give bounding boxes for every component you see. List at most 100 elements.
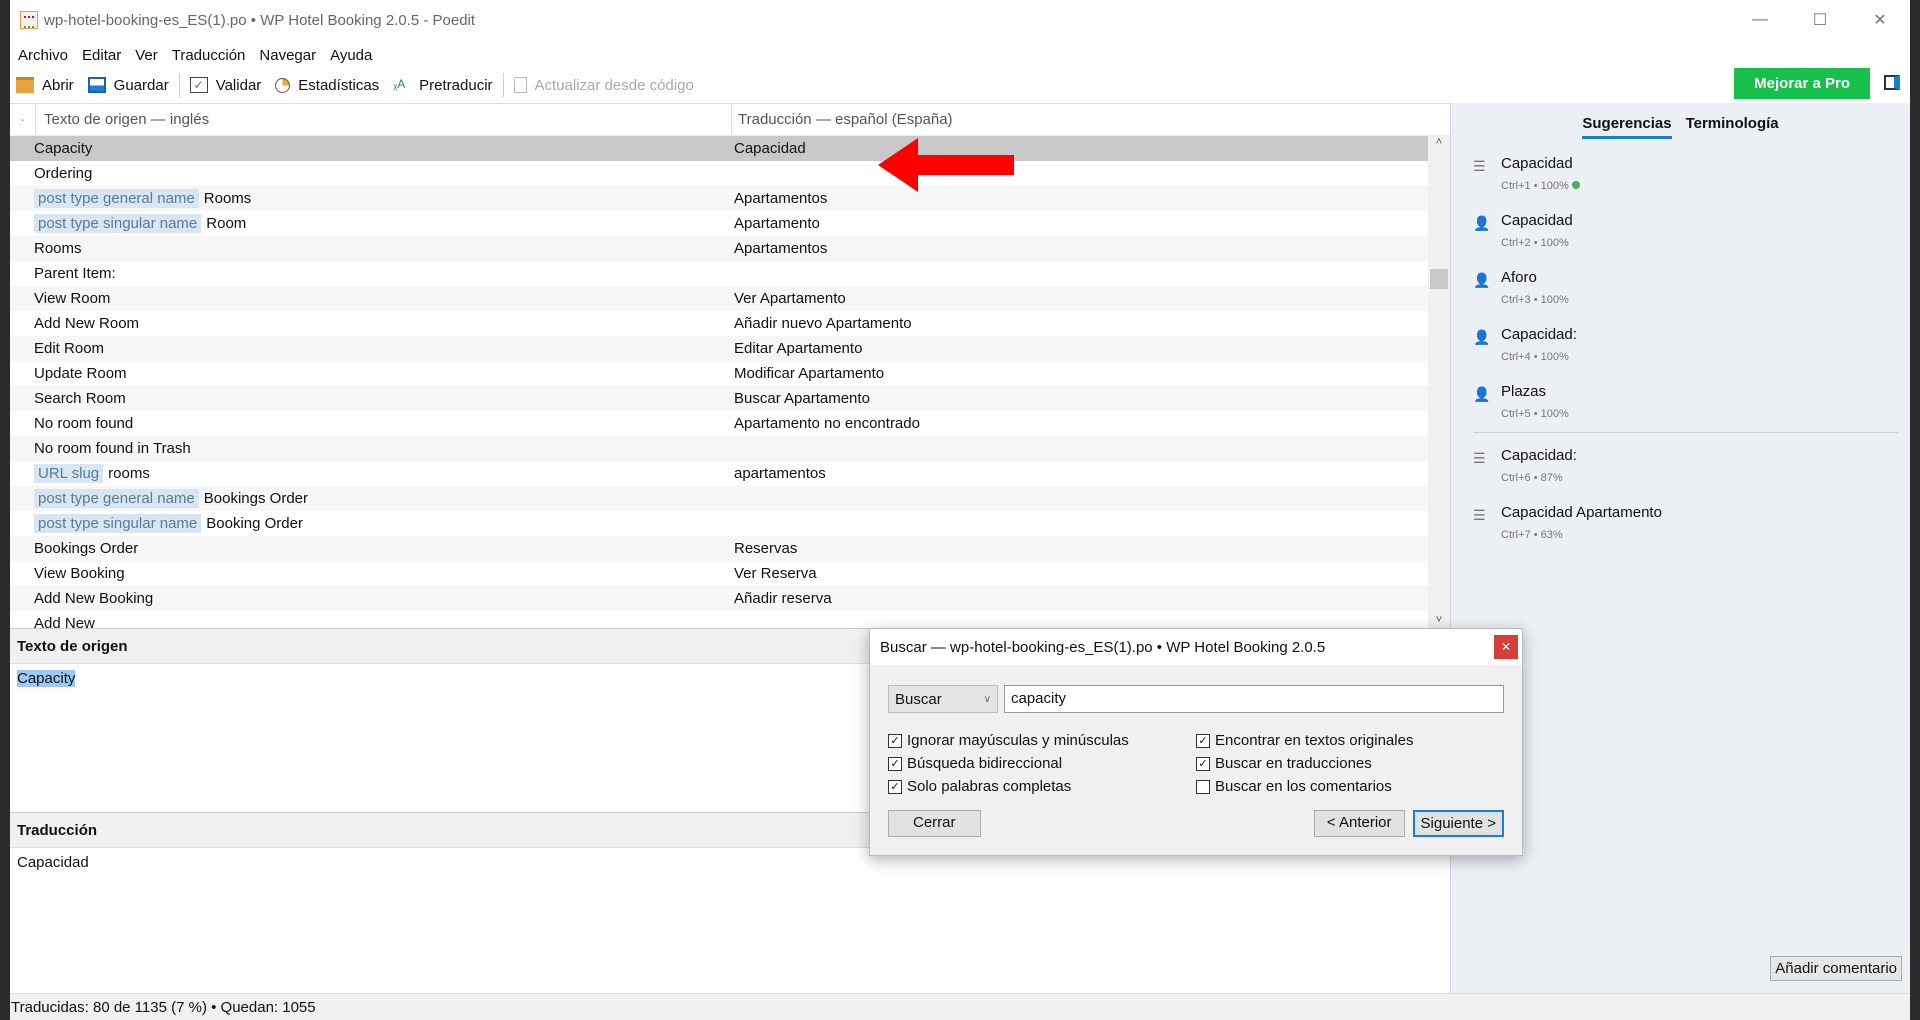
table-row[interactable]: Add New Booking Añadir reserva — [10, 586, 1450, 611]
suggestion-meta: Ctrl+1 • 100% — [1501, 180, 1569, 192]
checkbox-icon[interactable]: ✓ — [888, 756, 902, 771]
translation-cell: Ver Apartamento — [734, 290, 846, 307]
menu-editar[interactable]: Editar — [82, 47, 121, 64]
suggestion-item[interactable]: 👤 Capacidad Ctrl+2 • 100% — [1473, 212, 1910, 249]
statistics-button[interactable]: Estadísticas — [275, 77, 379, 94]
translation-cell: Añadir reserva — [734, 590, 832, 607]
source-cell: post type singular name Room — [10, 214, 734, 233]
menu-ayuda[interactable]: Ayuda — [330, 47, 372, 64]
table-row[interactable]: Edit Room Editar Apartamento — [10, 336, 1450, 361]
source-text[interactable]: Capacity — [17, 670, 76, 687]
context-badge: post type general name — [34, 489, 199, 508]
update-from-code-button[interactable]: Actualizar desde código — [513, 77, 694, 94]
table-row[interactable]: post type general name Rooms Apartamentos — [10, 186, 1450, 211]
table-row[interactable]: Parent Item: — [10, 261, 1450, 286]
upgrade-pro-button[interactable]: Mejorar a Pro — [1734, 68, 1870, 99]
option-checkbox[interactable]: ✓ Encontrar en textos originales — [1196, 729, 1504, 752]
pretranslate-button[interactable]: ᵪA Pretraducir — [393, 77, 492, 94]
table-row[interactable]: Update Room Modificar Apartamento — [10, 361, 1450, 386]
save-button[interactable]: Guardar — [87, 77, 169, 94]
source-text: Capacity — [34, 140, 93, 157]
entries-list[interactable]: Capacity Capacidad Ordering post type gener… — [10, 136, 1450, 628]
add-comment-button[interactable]: Añadir comentario — [1770, 956, 1902, 981]
menu-archivo[interactable]: Archivo — [18, 47, 68, 64]
table-row[interactable]: URL slug rooms apartamentos — [10, 461, 1450, 486]
checkbox-icon: ✓ — [189, 77, 208, 93]
checkbox-icon[interactable]: ✓ — [1196, 733, 1210, 748]
dialog-close-icon[interactable]: ✕ — [1494, 635, 1518, 659]
source-cell: Add New Booking — [10, 590, 734, 607]
table-row[interactable]: View Booking Ver Reserva — [10, 561, 1450, 586]
menu-ver[interactable]: Ver — [135, 47, 158, 64]
table-row[interactable]: Capacity Capacidad — [10, 136, 1450, 161]
option-checkbox[interactable]: ✓ Solo palabras completas — [888, 775, 1196, 798]
checkbox-icon[interactable]: ✓ — [888, 779, 902, 794]
table-row[interactable]: View Room Ver Apartamento — [10, 286, 1450, 311]
table-row[interactable]: Add New Room Añadir nuevo Apartamento — [10, 311, 1450, 336]
suggestion-item[interactable]: ☰ Capacidad Apartamento Ctrl+7 • 63% — [1473, 504, 1910, 541]
suggestion-item[interactable]: ☰ Capacidad: Ctrl+6 • 87% — [1473, 447, 1910, 484]
translation-editor[interactable]: Capacidad — [10, 848, 1450, 988]
table-row[interactable]: Bookings Order Reservas — [10, 536, 1450, 561]
close-dialog-button[interactable]: Cerrar — [888, 810, 981, 837]
arrow-shape — [878, 138, 1014, 192]
table-row[interactable]: No room found Apartamento no encontrado — [10, 411, 1450, 436]
context-badge: post type singular name — [34, 514, 202, 533]
menu-navegar[interactable]: Navegar — [259, 47, 316, 64]
table-row[interactable]: Rooms Apartamentos — [10, 236, 1450, 261]
suggestion-item[interactable]: 👤 Plazas Ctrl+5 • 100% — [1473, 383, 1910, 420]
menu-traduccion[interactable]: Traducción — [172, 47, 246, 64]
source-cell: Rooms — [10, 240, 734, 257]
validate-button[interactable]: ✓ Validar — [189, 77, 261, 94]
suggestion-item[interactable]: 👤 Capacidad: Ctrl+4 • 100% — [1473, 326, 1910, 363]
checkbox-icon[interactable] — [1196, 779, 1210, 794]
table-row[interactable]: Search Room Buscar Apartamento — [10, 386, 1450, 411]
option-checkbox[interactable]: ✓ Búsqueda bidireccional — [888, 752, 1196, 775]
document-icon — [513, 77, 527, 93]
suggestion-meta: Ctrl+5 • 100% — [1501, 408, 1569, 420]
table-row[interactable]: No room found in Trash — [10, 436, 1450, 461]
source-text: Rooms — [34, 240, 82, 257]
close-button[interactable]: ✕ — [1850, 0, 1910, 40]
next-button[interactable]: Siguiente > — [1412, 810, 1504, 837]
database-icon: ☰ — [1473, 158, 1486, 174]
maximize-button[interactable]: ☐ — [1790, 0, 1850, 40]
table-row[interactable]: Ordering — [10, 161, 1450, 186]
check-circle-icon — [1571, 181, 1580, 189]
previous-button[interactable]: < Anterior — [1313, 810, 1405, 837]
scroll-thumb[interactable] — [1430, 269, 1448, 289]
suggestion-item[interactable]: ☰ Capacidad Ctrl+1 • 100% — [1473, 155, 1910, 192]
table-row[interactable]: Add New — [10, 611, 1450, 628]
checkbox-icon[interactable]: ✓ — [888, 733, 902, 748]
suggestion-item[interactable]: 👤 Aforo Ctrl+3 • 100% — [1473, 269, 1910, 306]
search-input[interactable]: capacity — [1004, 685, 1504, 713]
list-scrollbar[interactable]: ˄ ˅ — [1428, 136, 1450, 628]
minimize-button[interactable]: — — [1730, 0, 1790, 40]
dialog-title: Buscar — wp-hotel-booking-es_ES(1).po • … — [880, 638, 1326, 656]
table-row[interactable]: post type singular name Room Apartamento — [10, 211, 1450, 236]
red-arrow-annotation — [878, 138, 1014, 192]
source-text: View Booking — [34, 565, 125, 582]
checkbox-icon[interactable]: ✓ — [1196, 756, 1210, 771]
table-row[interactable]: post type general name Bookings Order — [10, 486, 1450, 511]
option-checkbox[interactable]: ✓ Buscar en traducciones — [1196, 752, 1504, 775]
suggestion-text: Plazas — [1501, 383, 1547, 400]
search-mode-select[interactable]: Buscar ∨ — [888, 685, 998, 713]
source-column-header[interactable]: Texto de origen — inglés — [36, 111, 731, 128]
table-row[interactable]: post type singular name Booking Order — [10, 511, 1450, 536]
sidebar-toggle-icon[interactable] — [1884, 75, 1900, 90]
pie-chart-icon — [275, 77, 291, 93]
scroll-up-icon[interactable]: ˄ — [1428, 136, 1450, 156]
option-checkbox[interactable]: ✓ Ignorar mayúsculas y minúsculas — [888, 729, 1196, 752]
find-dialog: Buscar — wp-hotel-booking-es_ES(1).po • … — [869, 628, 1523, 856]
suggestion-meta: Ctrl+7 • 63% — [1501, 529, 1563, 541]
source-text: Add New — [34, 615, 95, 628]
poedit-window: wp-hotel-booking-es_ES(1).po • WP Hotel … — [10, 0, 1910, 1020]
tab-terminology[interactable]: Terminología — [1686, 111, 1779, 139]
open-button[interactable]: Abrir — [16, 77, 74, 94]
translation-cell: Buscar Apartamento — [734, 390, 870, 407]
option-checkbox[interactable]: Buscar en los comentarios — [1196, 775, 1504, 798]
scroll-down-icon[interactable]: ˅ — [1428, 614, 1450, 626]
tab-suggestions[interactable]: Sugerencias — [1582, 111, 1672, 139]
translation-column-header[interactable]: Traducción — español (España) — [731, 104, 953, 135]
